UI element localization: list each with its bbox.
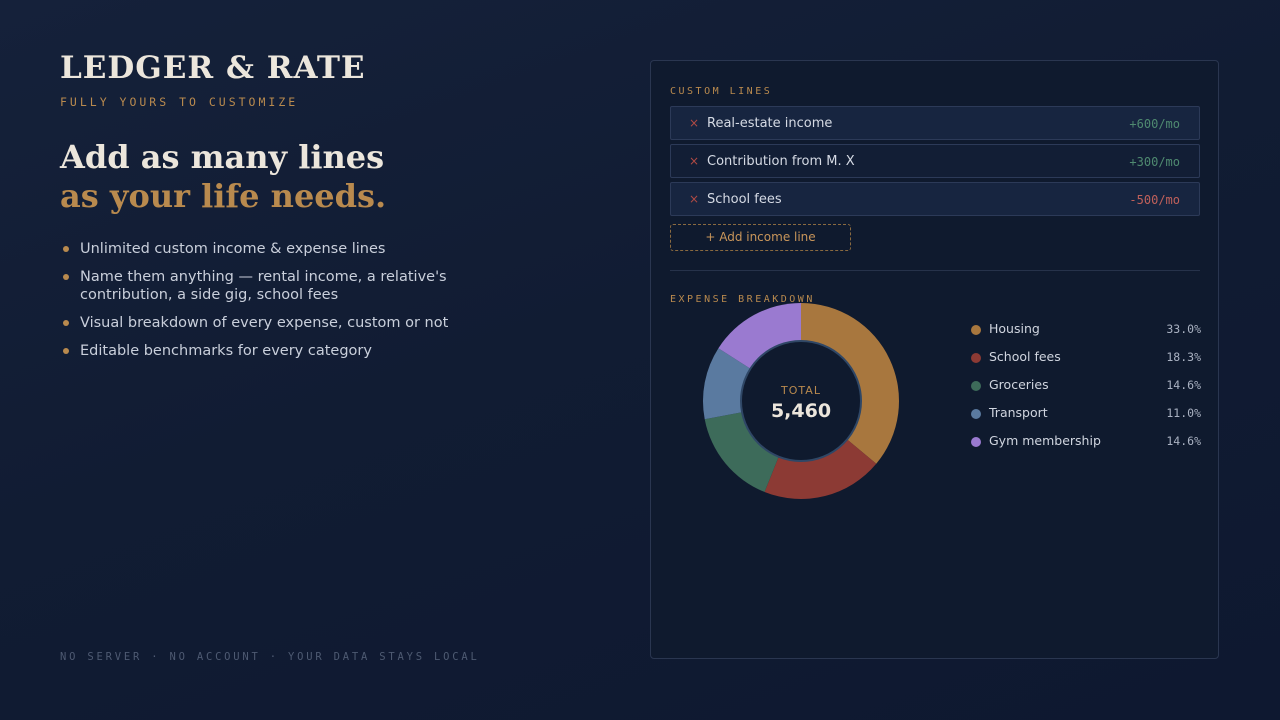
legend-label: Housing: [989, 321, 1040, 336]
line-amount[interactable]: +600/mo: [1129, 117, 1180, 131]
feature-text: Name them anything — rental income, a re…: [80, 269, 447, 303]
bullet-dot-icon: [63, 274, 69, 280]
legend-percent: 14.6%: [1166, 378, 1201, 392]
custom-line-row: × Contribution from M. X +300/mo: [670, 144, 1200, 178]
legend-label: Groceries: [989, 377, 1049, 392]
line-amount[interactable]: +300/mo: [1129, 155, 1180, 169]
add-income-line-button[interactable]: + Add income line: [670, 224, 851, 251]
legend-swatch-icon: [971, 353, 981, 363]
legend-item: Housing 33.0%: [971, 321, 1201, 349]
legend-percent: 11.0%: [1166, 406, 1201, 420]
line-name[interactable]: School fees: [707, 192, 782, 207]
legend-swatch-icon: [971, 409, 981, 419]
legend-percent: 33.0%: [1166, 322, 1201, 336]
hero-headline: Add as many lines as your life needs.: [60, 138, 386, 216]
privacy-footer: NO SERVER · NO ACCOUNT · YOUR DATA STAYS…: [60, 651, 480, 663]
legend-swatch-icon: [971, 381, 981, 391]
feature-item: Visual breakdown of every expense, custo…: [60, 314, 480, 332]
brand-title: LEDGER & RATE: [60, 50, 366, 86]
hero-line-2: as your life needs.: [60, 177, 387, 215]
legend-percent: 14.6%: [1166, 434, 1201, 448]
legend-label: Transport: [989, 405, 1048, 420]
line-name[interactable]: Contribution from M. X: [707, 154, 855, 169]
legend-swatch-icon: [971, 437, 981, 447]
legend-percent: 18.3%: [1166, 350, 1201, 364]
feature-text: Editable benchmarks for every category: [80, 343, 372, 359]
legend-item: Transport 11.0%: [971, 405, 1201, 433]
section-divider: [670, 270, 1200, 271]
bullet-dot-icon: [63, 348, 69, 354]
legend-label: School fees: [989, 349, 1061, 364]
line-amount[interactable]: -500/mo: [1129, 193, 1180, 207]
expense-donut-chart: TOTAL 5,460: [702, 303, 899, 500]
legend-label: Gym membership: [989, 433, 1101, 448]
remove-line-icon[interactable]: ×: [689, 154, 699, 168]
custom-line-row: × Real-estate income +600/mo: [670, 106, 1200, 140]
feature-list: Unlimited custom income & expense lines …: [60, 240, 480, 370]
donut-total-label: TOTAL: [780, 384, 821, 397]
feature-text: Visual breakdown of every expense, custo…: [80, 315, 449, 331]
legend-item: School fees 18.3%: [971, 349, 1201, 377]
chart-legend: Housing 33.0% School fees 18.3% Groceries 1…: [971, 321, 1201, 461]
hero-line-1: Add as many lines: [60, 138, 385, 176]
donut-total-value: 5,460: [771, 400, 831, 422]
app-panel: CUSTOM LINES × Real-estate income +600/m…: [650, 60, 1219, 659]
custom-lines-label: CUSTOM LINES: [670, 86, 773, 97]
line-name[interactable]: Real-estate income: [707, 116, 832, 131]
custom-line-row: × School fees -500/mo: [670, 182, 1200, 216]
legend-swatch-icon: [971, 325, 981, 335]
legend-item: Gym membership 14.6%: [971, 433, 1201, 461]
remove-line-icon[interactable]: ×: [689, 116, 699, 130]
legend-item: Groceries 14.6%: [971, 377, 1201, 405]
feature-item: Unlimited custom income & expense lines: [60, 240, 480, 258]
feature-item: Editable benchmarks for every category: [60, 342, 480, 360]
remove-line-icon[interactable]: ×: [689, 192, 699, 206]
feature-text: Unlimited custom income & expense lines: [80, 241, 386, 257]
bullet-dot-icon: [63, 246, 69, 252]
brand-tagline: FULLY YOURS TO CUSTOMIZE: [60, 95, 299, 109]
bullet-dot-icon: [63, 320, 69, 326]
feature-item: Name them anything — rental income, a re…: [60, 268, 480, 304]
